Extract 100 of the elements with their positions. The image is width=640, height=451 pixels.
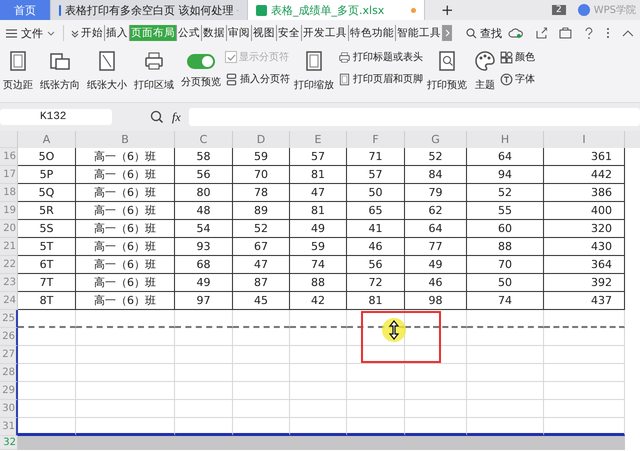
row-header[interactable]: 32 xyxy=(0,436,18,450)
column-header[interactable]: G xyxy=(405,131,467,148)
row-header[interactable]: 24 xyxy=(0,292,18,310)
row-header[interactable]: 16 xyxy=(0,148,18,166)
resize-cursor-icon xyxy=(381,317,407,343)
empty-cell xyxy=(175,346,233,364)
account-link[interactable]: WPS学院 xyxy=(578,0,640,20)
ribbon-button[interactable]: 打印缩放 xyxy=(291,50,337,92)
printer-icon xyxy=(338,50,351,64)
empty-cell xyxy=(405,346,467,364)
document-tab[interactable]: 表格_成绩单_多页.xlsx xyxy=(248,0,425,20)
row-header[interactable]: 22 xyxy=(0,256,18,274)
table-cell: 高一（6）班 xyxy=(76,148,175,166)
ribbon-tab[interactable]: 审阅 xyxy=(226,25,252,41)
row-header[interactable]: 27 xyxy=(0,346,18,364)
row-header[interactable]: 17 xyxy=(0,166,18,184)
zoom-icon[interactable] xyxy=(150,110,164,124)
row-header[interactable]: 19 xyxy=(0,202,18,220)
page-break-icon xyxy=(225,72,238,86)
ribbon-tab[interactable]: 数据 xyxy=(202,25,227,41)
search-button[interactable]: 查找 xyxy=(466,26,502,40)
table-cell: 94 xyxy=(467,166,544,184)
column-header[interactable]: H xyxy=(467,131,544,148)
ribbon-button[interactable]: 纸张大小 xyxy=(84,50,130,92)
table-cell: 74 xyxy=(467,292,544,310)
new-tab-button[interactable]: + xyxy=(425,0,470,20)
table-cell: 8T xyxy=(18,292,76,310)
table-cell: 57 xyxy=(290,148,347,166)
row-header[interactable]: 28 xyxy=(0,364,18,382)
document-tab[interactable]: 表格打印有多余空白页 该如何处理 xyxy=(51,0,248,20)
ribbon-tab[interactable]: 开始 xyxy=(80,25,105,41)
toolbox-icon[interactable] xyxy=(559,27,572,39)
table-cell: 71 xyxy=(347,148,405,166)
column-header[interactable]: F xyxy=(347,131,405,148)
ribbon-button[interactable]: 打印页眉和页脚 xyxy=(338,72,423,86)
table-cell: 高一（6）班 xyxy=(76,238,175,256)
ribbon-button[interactable]: 颜色 xyxy=(500,50,535,64)
page-break-preview-button[interactable]: 分页预览 xyxy=(178,50,224,89)
ribbon-button[interactable]: 纸张方向 xyxy=(37,50,83,92)
row-header[interactable]: 23 xyxy=(0,274,18,292)
cloud-icon[interactable] xyxy=(508,27,524,39)
row-header[interactable]: 25 xyxy=(0,310,18,328)
ribbon-tab[interactable]: 开发工具 xyxy=(302,25,349,41)
column-header[interactable]: I xyxy=(544,131,625,148)
row-header[interactable]: 26 xyxy=(0,328,18,346)
name-box[interactable]: K132 xyxy=(0,109,112,125)
empty-cell xyxy=(175,310,233,328)
ribbon-button[interactable]: 页边距 xyxy=(0,50,36,92)
window-count[interactable]: 2 xyxy=(552,5,566,15)
more-icon[interactable] xyxy=(606,27,610,39)
toggle-switch[interactable] xyxy=(187,54,215,69)
help-icon[interactable] xyxy=(584,27,594,39)
row-header[interactable]: 20 xyxy=(0,220,18,238)
share-icon[interactable] xyxy=(536,27,548,39)
table-cell: 98 xyxy=(405,292,467,310)
column-header[interactable]: B xyxy=(76,131,175,148)
document-tab[interactable]: 首页 xyxy=(0,0,51,20)
ribbon-button[interactable]: 打印标题或表头 xyxy=(338,50,423,64)
column-header[interactable]: C xyxy=(175,131,233,148)
table-cell: 5O xyxy=(18,148,76,166)
table-cell: 55 xyxy=(467,202,544,220)
row-header[interactable]: 21 xyxy=(0,238,18,256)
table-cell: 42 xyxy=(290,292,347,310)
ribbon-button[interactable]: 字体 xyxy=(500,72,535,86)
table-cell: 78 xyxy=(233,184,290,202)
table-cell: 46 xyxy=(405,274,467,292)
column-header[interactable]: A xyxy=(18,131,76,148)
row-header[interactable]: 31 xyxy=(0,418,18,436)
ribbon-tab[interactable]: 特色功能 xyxy=(348,25,396,41)
ribbon-button[interactable]: 插入分页符 xyxy=(225,72,290,86)
collapse-icon[interactable] xyxy=(622,29,634,37)
font-icon xyxy=(500,72,513,86)
row-header[interactable]: 29 xyxy=(0,382,18,400)
empty-cell xyxy=(290,310,347,328)
table-cell: 41 xyxy=(347,220,405,238)
ribbon-tab[interactable]: 安全 xyxy=(276,25,302,41)
table-cell: 高一（6）班 xyxy=(76,292,175,310)
column-header[interactable]: E xyxy=(290,131,347,148)
empty-cell xyxy=(233,400,290,418)
chevron-down-icon[interactable] xyxy=(70,28,80,38)
row-header[interactable]: 30 xyxy=(0,400,18,418)
empty-cell xyxy=(290,400,347,418)
empty-cell xyxy=(233,364,290,382)
table-cell: 6T xyxy=(18,256,76,274)
function-label[interactable]: fx xyxy=(172,110,181,124)
chevron-right-icon xyxy=(444,29,450,37)
ribbon-tab[interactable]: 页面布局 xyxy=(130,25,177,41)
color-squares-icon xyxy=(500,50,513,64)
row-header[interactable]: 18 xyxy=(0,184,18,202)
ribbon-tab[interactable]: 视图 xyxy=(252,25,277,41)
ribbon-button[interactable]: 主题 xyxy=(471,50,499,92)
empty-cell xyxy=(290,382,347,400)
empty-cell xyxy=(347,346,405,364)
table-cell: 80 xyxy=(175,184,233,202)
ribbon-button[interactable]: 打印区域 xyxy=(131,50,177,92)
ribbon-button[interactable]: 打印预览 xyxy=(424,50,470,92)
column-header[interactable]: D xyxy=(233,131,290,148)
file-menu[interactable]: 文件 xyxy=(6,26,63,40)
ribbon-tab[interactable]: 公式 xyxy=(176,25,202,41)
empty-cell xyxy=(347,364,405,382)
